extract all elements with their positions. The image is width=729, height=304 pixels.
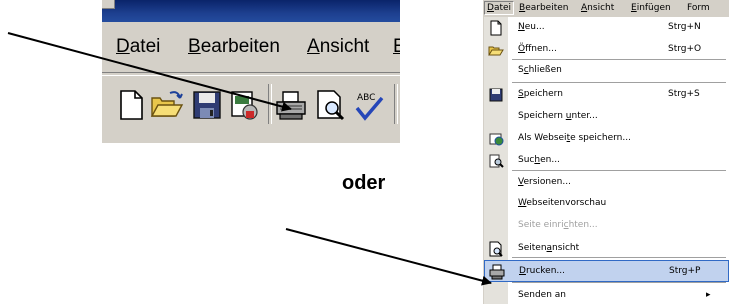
menu-item-shortcut: Strg+O (668, 44, 702, 54)
menu-item-5[interactable]: Als Webseite speichern... (484, 128, 729, 150)
menu-item-label: Seite einrichten... (518, 220, 598, 230)
search-document-icon (489, 154, 504, 168)
menu-item-shortcut: Strg+P (669, 266, 701, 276)
menu-item-label: Suchen... (518, 155, 560, 165)
arrow-to-print-menu-item (285, 228, 492, 286)
web-page-icon (489, 133, 504, 146)
system-menu-icon[interactable] (102, 0, 115, 9)
connector-label: oder (342, 172, 386, 194)
menu-einfuegen[interactable]: E (393, 36, 400, 58)
spelling-icon-text: ABC (357, 93, 375, 103)
menu-item-label: Neu... (518, 22, 545, 32)
menu-item-label: Drucken... (519, 266, 566, 276)
menu-item-11[interactable]: Drucken... Strg+P (484, 260, 729, 282)
menu-item-9: Seite einrichten... (484, 215, 729, 237)
menu-item-6[interactable]: Suchen... (484, 150, 729, 172)
menu-separator-2 (512, 170, 726, 171)
menu-format-small[interactable]: Form (687, 3, 710, 13)
toolbar-separator-2 (394, 84, 398, 124)
menu-separator-0 (512, 59, 726, 60)
menu-item-12[interactable]: Senden an ▸ (484, 285, 729, 304)
menu-item-shortcut: ▸ (706, 290, 711, 300)
title-bar (102, 0, 400, 22)
save-floppy-icon (489, 88, 503, 102)
print-preview-icon[interactable] (314, 88, 348, 122)
menu-separator-4 (512, 282, 726, 283)
menu-item-7[interactable]: Versionen... (484, 172, 729, 194)
spelling-check-icon[interactable]: ABC (352, 88, 386, 122)
menu-item-label: Webseitenvorschau (518, 198, 607, 208)
print-preview-icon (489, 241, 503, 257)
menu-separator-1 (512, 82, 726, 83)
menu-datei[interactable]: Datei (116, 36, 160, 58)
menu-item-shortcut: Strg+N (668, 22, 701, 32)
menu-ansicht-small[interactable]: Ansicht (581, 3, 614, 13)
menu-item-label: Speichern unter... (518, 111, 598, 121)
new-document-icon[interactable] (114, 88, 148, 122)
menu-item-8[interactable]: Webseitenvorschau (484, 193, 729, 215)
toolbar-separator (268, 84, 272, 124)
menu-ansicht[interactable]: Ansicht (307, 36, 369, 58)
new-document-icon (490, 20, 502, 36)
open-folder-icon (488, 46, 504, 56)
print-icon (489, 264, 505, 280)
menu-item-label: Öffnen... (518, 44, 557, 54)
menu-bearbeiten[interactable]: Bearbeiten (188, 36, 280, 58)
menu-item-label: Schließen (518, 65, 562, 75)
menu-item-label: Senden an (518, 290, 566, 300)
menu-item-4[interactable]: Speichern unter... (484, 106, 729, 128)
file-menu-dropdown: Neu... Strg+N Öffnen... Strg+O Schließen Spei… (483, 17, 729, 304)
save-floppy-icon[interactable] (190, 88, 224, 122)
menu-item-0[interactable]: Neu... Strg+N (484, 17, 729, 39)
permission-icon[interactable] (228, 88, 262, 122)
menu-separator-3 (512, 257, 726, 258)
menu-datei-small[interactable]: Datei (484, 1, 515, 15)
menu-item-label: Als Webseite speichern... (518, 133, 631, 143)
menu-item-3[interactable]: Speichern Strg+S (484, 84, 729, 106)
menu-toolbar-divider (102, 72, 400, 76)
menu-item-1[interactable]: Öffnen... Strg+O (484, 39, 729, 61)
menu-item-label: Versionen... (518, 177, 571, 187)
zoomed-toolbar-screenshot: Datei Bearbeiten Ansicht E ABC (102, 0, 400, 143)
menu-item-shortcut: Strg+S (668, 89, 700, 99)
menu-bar: Datei Bearbeiten Ansicht E (102, 30, 400, 64)
menu-item-label: Seitenansicht (518, 243, 580, 253)
menu-einfuegen-small[interactable]: Einfügen (631, 3, 671, 13)
menu-item-2[interactable]: Schließen (484, 60, 729, 82)
menu-item-label: Speichern (518, 89, 563, 99)
menu-bar-small: Datei Bearbeiten Ansicht Einfügen Form (483, 0, 729, 18)
open-folder-icon[interactable] (150, 88, 184, 122)
menu-bearbeiten-small[interactable]: Bearbeiten (519, 3, 568, 13)
print-icon[interactable] (274, 88, 308, 122)
file-menu-screenshot: Datei Bearbeiten Ansicht Einfügen Form N… (483, 0, 729, 304)
